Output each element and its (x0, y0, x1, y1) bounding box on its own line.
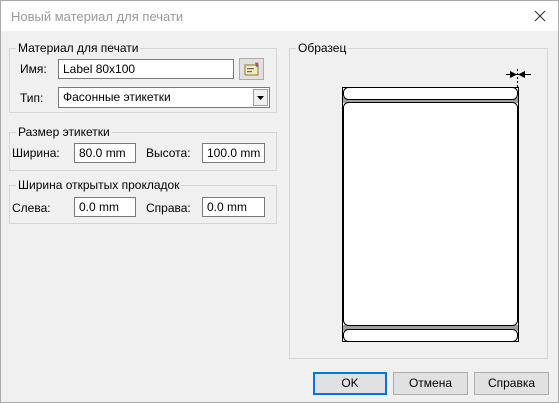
help-button[interactable]: Справка (474, 372, 549, 395)
label-preview (342, 69, 531, 342)
liner-width-marker-icon (506, 69, 531, 87)
chevron-down-icon (257, 95, 264, 100)
right-label: Справа: (146, 201, 191, 215)
name-input[interactable]: Label 80x100 (58, 59, 234, 79)
liner-width-legend: Ширина открытых прокладок (16, 178, 182, 192)
browse-button[interactable] (239, 58, 264, 80)
left-label: Слева: (12, 201, 51, 215)
material-group-legend: Материал для печати (16, 41, 141, 55)
type-select-value: Фасонные этикетки (63, 90, 171, 104)
height-label: Высота: (146, 146, 191, 160)
label-top-partial (343, 87, 518, 100)
liner-width-group: Ширина открытых прокладок Слева: 0.0 mm … (9, 178, 277, 224)
width-input[interactable]: 80.0 mm (74, 143, 136, 163)
ok-button[interactable]: OK (313, 372, 387, 395)
dropdown-arrow-button[interactable] (253, 89, 268, 106)
label-size-legend: Размер этикетки (16, 125, 112, 139)
material-group: Материал для печати Имя: Label 80x100 Ти… (9, 41, 277, 113)
dialog-window: Новый материал для печати Материал для п… (0, 0, 559, 403)
cancel-button[interactable]: Отмена (393, 372, 468, 395)
height-input[interactable]: 100.0 mm (202, 143, 265, 163)
label-shape (343, 102, 518, 326)
label-bottom-partial (343, 329, 518, 342)
label-size-group: Размер этикетки Ширина: 80.0 mm Высота: … (9, 125, 277, 171)
title-bar: Новый материал для печати (1, 1, 558, 31)
right-liner-input[interactable]: 0.0 mm (202, 197, 265, 217)
left-liner-input[interactable]: 0.0 mm (74, 197, 136, 217)
type-select[interactable]: Фасонные этикетки (58, 87, 270, 108)
width-label: Ширина: (12, 146, 60, 160)
type-label: Тип: (20, 91, 44, 105)
sample-group: Образец (289, 41, 548, 359)
close-button[interactable] (528, 5, 552, 27)
window-title: Новый материал для печати (11, 9, 184, 24)
close-icon (534, 10, 546, 22)
name-label: Имя: (20, 62, 47, 76)
properties-icon (244, 62, 259, 76)
